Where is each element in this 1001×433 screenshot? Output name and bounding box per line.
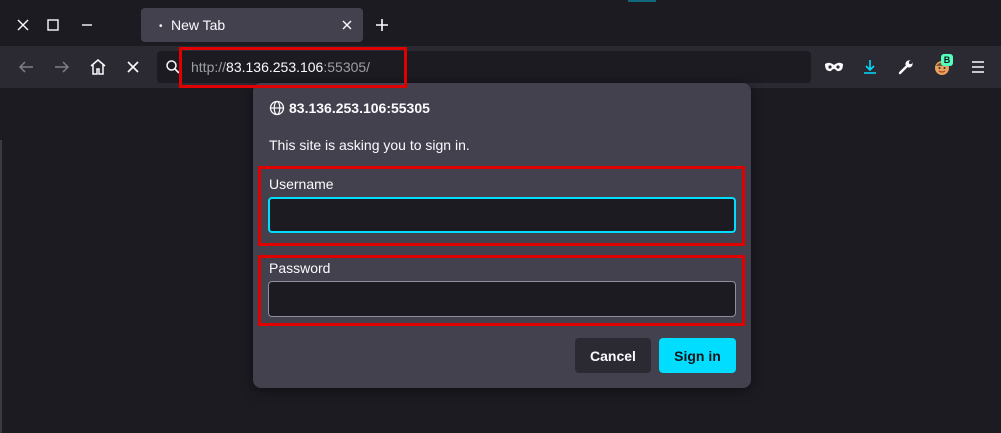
tab-loading-indicator: •	[159, 21, 163, 32]
cancel-button[interactable]: Cancel	[575, 338, 651, 373]
username-input[interactable]	[268, 197, 736, 233]
extension-badge: B	[941, 54, 953, 66]
tab-new-tab[interactable]: • New Tab	[141, 8, 363, 42]
maximize-icon[interactable]	[42, 14, 64, 36]
nav-toolbar: http://83.136.253.106:55305/	[0, 46, 1001, 88]
page-edge-divider	[0, 140, 2, 433]
tabstrip-accent-line	[628, 0, 656, 2]
password-input[interactable]	[268, 281, 736, 317]
wrench-icon[interactable]	[895, 56, 917, 78]
tab-strip: • New Tab	[0, 0, 1001, 50]
url-host: 83.136.253.106	[226, 59, 324, 75]
url-bar[interactable]: http://83.136.253.106:55305/	[157, 51, 811, 83]
download-icon[interactable]	[859, 56, 881, 78]
minimize-icon[interactable]	[76, 14, 98, 36]
tab-title: New Tab	[171, 17, 226, 33]
dialog-host: 83.136.253.106:55305	[289, 100, 430, 116]
url-text[interactable]: http://83.136.253.106:55305/	[191, 59, 370, 75]
password-label: Password	[269, 260, 331, 276]
dialog-message: This site is asking you to sign in.	[269, 137, 470, 153]
username-label: Username	[269, 176, 334, 192]
sign-in-button[interactable]: Sign in	[659, 338, 736, 373]
sign-in-dialog: 83.136.253.106:55305 This site is asking…	[253, 83, 751, 388]
private-mask-icon[interactable]	[823, 56, 845, 78]
forward-icon[interactable]	[51, 56, 73, 78]
menu-icon[interactable]	[967, 56, 989, 78]
new-tab-icon[interactable]	[372, 15, 392, 35]
url-port-path: :55305/	[323, 59, 371, 75]
stop-icon[interactable]	[122, 56, 144, 78]
url-scheme: http://	[191, 59, 227, 75]
home-icon[interactable]	[87, 56, 109, 78]
close-window-icon[interactable]	[12, 14, 34, 36]
tab-close-icon[interactable]	[339, 17, 355, 33]
search-icon	[165, 59, 181, 75]
globe-icon	[269, 100, 285, 116]
back-icon[interactable]	[15, 56, 37, 78]
